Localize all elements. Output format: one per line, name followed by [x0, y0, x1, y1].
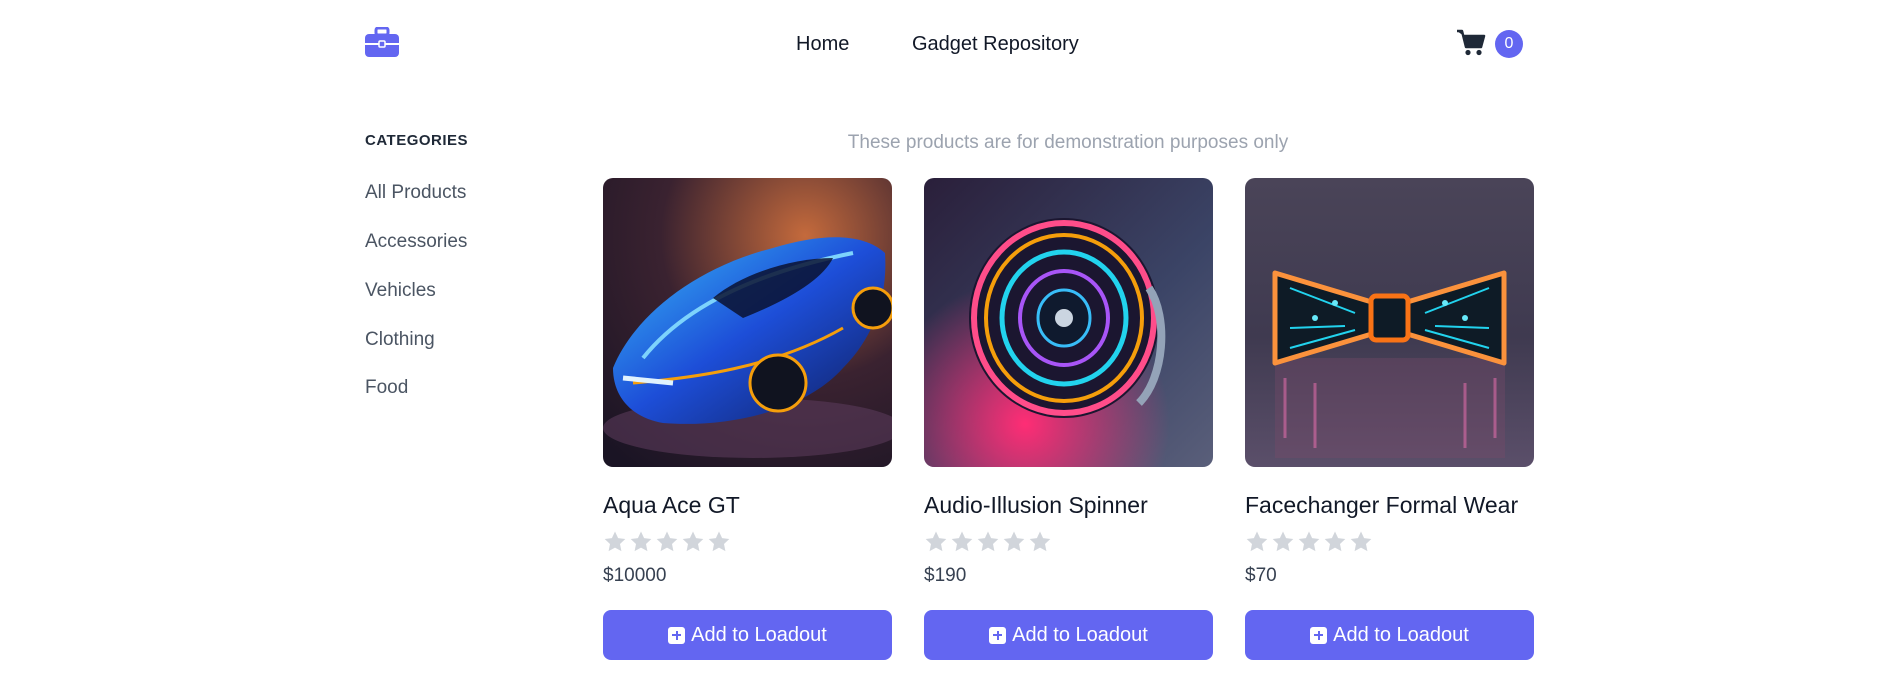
- add-to-loadout-button[interactable]: Add to Loadout: [924, 610, 1213, 660]
- category-clothing[interactable]: Clothing: [365, 329, 435, 351]
- add-to-loadout-button[interactable]: Add to Loadout: [1245, 610, 1534, 660]
- add-to-loadout-label: Add to Loadout: [1012, 623, 1148, 646]
- product-image[interactable]: [1245, 178, 1534, 467]
- header: Home Gadget Repository 0: [0, 0, 1892, 90]
- briefcase-icon[interactable]: [365, 27, 399, 57]
- star-icon: [682, 531, 704, 552]
- nav-home[interactable]: Home: [796, 33, 849, 56]
- star-icon: [925, 531, 947, 552]
- product-image[interactable]: [603, 178, 892, 467]
- star-rating: [1245, 530, 1373, 554]
- product-card: Audio-Illusion Spinner $190 Add to Loado…: [924, 178, 1213, 660]
- product-card: Aqua Ace GT $10000 Add to Loadout: [603, 178, 892, 660]
- cart-icon[interactable]: [1456, 28, 1486, 56]
- cart-count-badge[interactable]: 0: [1495, 30, 1523, 58]
- product-card: Facechanger Formal Wear $70 Add to Loado…: [1245, 178, 1534, 660]
- star-icon: [1029, 531, 1051, 552]
- add-to-loadout-button[interactable]: Add to Loadout: [603, 610, 892, 660]
- star-icon: [977, 531, 999, 552]
- star-icon: [630, 531, 652, 552]
- product-price: $190: [924, 565, 967, 586]
- plus-square-icon: [668, 626, 686, 644]
- star-icon: [1003, 531, 1025, 552]
- category-vehicles[interactable]: Vehicles: [365, 280, 436, 302]
- star-icon: [708, 531, 730, 552]
- category-all-products[interactable]: All Products: [365, 182, 466, 204]
- plus-square-icon: [1310, 626, 1328, 644]
- product-name[interactable]: Aqua Ace GT: [603, 492, 740, 519]
- product-image[interactable]: [924, 178, 1213, 467]
- star-icon: [604, 531, 626, 552]
- category-food[interactable]: Food: [365, 377, 408, 399]
- product-price: $10000: [603, 565, 667, 586]
- categories-heading: CATEGORIES: [365, 132, 469, 149]
- star-icon: [1272, 531, 1294, 552]
- star-icon: [951, 531, 973, 552]
- star-icon: [656, 531, 678, 552]
- plus-square-icon: [989, 626, 1007, 644]
- star-icon: [1246, 531, 1268, 552]
- product-price: $70: [1245, 565, 1277, 586]
- demo-notice: These products are for demonstration pur…: [847, 132, 1289, 153]
- product-name[interactable]: Audio-Illusion Spinner: [924, 492, 1148, 519]
- category-accessories[interactable]: Accessories: [365, 231, 467, 253]
- add-to-loadout-label: Add to Loadout: [691, 623, 827, 646]
- star-icon: [1298, 531, 1320, 552]
- nav-gadget-repository[interactable]: Gadget Repository: [912, 33, 1079, 56]
- star-icon: [1324, 531, 1346, 552]
- star-rating: [603, 530, 731, 554]
- add-to-loadout-label: Add to Loadout: [1333, 623, 1469, 646]
- product-name[interactable]: Facechanger Formal Wear: [1245, 492, 1518, 519]
- star-icon: [1350, 531, 1372, 552]
- category-sidebar: CATEGORIES All Products Accessories Vehi…: [365, 132, 565, 398]
- star-rating: [924, 530, 1052, 554]
